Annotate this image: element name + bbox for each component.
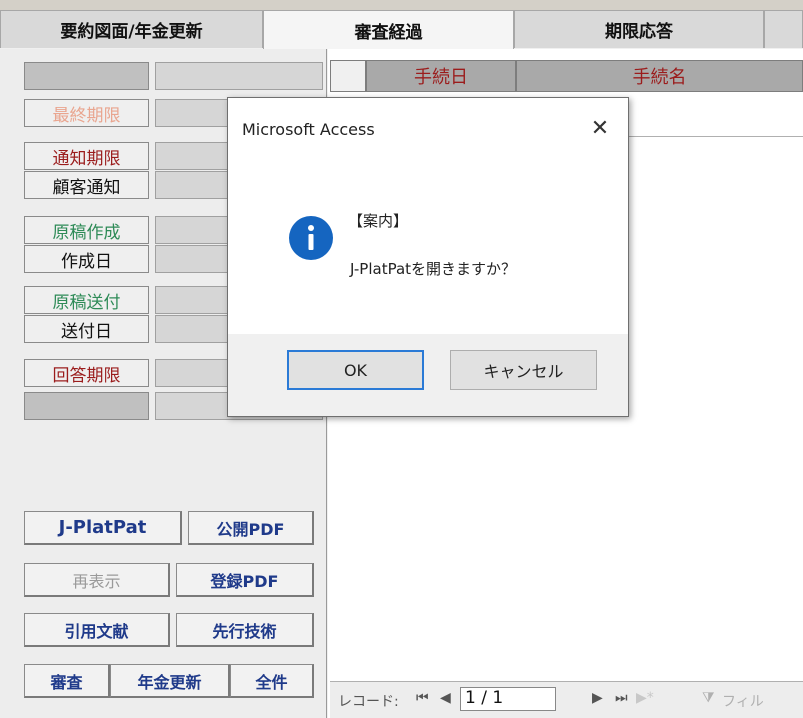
draft-sending-label: 原稿送付 xyxy=(24,286,149,314)
blank-label-top xyxy=(24,62,149,90)
annuity-renewal-button[interactable]: 年金更新 xyxy=(110,664,230,698)
procedure-name-header[interactable]: 手続名 xyxy=(516,60,803,92)
info-icon xyxy=(288,215,334,261)
public-pdf-button[interactable]: 公開PDF xyxy=(188,511,314,545)
previous-record-icon[interactable]: ◀ xyxy=(440,690,451,706)
tab-examination-history[interactable]: 審査経過 xyxy=(263,10,514,49)
jplatpat-button[interactable]: J-PlatPat xyxy=(24,511,182,545)
last-record-icon[interactable]: ⏭ xyxy=(615,690,628,706)
next-record-icon[interactable]: ▶ xyxy=(592,690,603,706)
prior-art-button[interactable]: 先行技術 xyxy=(176,613,314,647)
redisplay-button[interactable]: 再表示 xyxy=(24,563,170,597)
ok-button[interactable]: OK xyxy=(287,350,424,390)
message-dialog: Microsoft Access ✕ 【案内】 J-PlatPatを開きますか？… xyxy=(227,97,629,417)
registered-pdf-button[interactable]: 登録PDF xyxy=(176,563,314,597)
blank-field-top[interactable] xyxy=(155,62,323,90)
record-label: レコード: xyxy=(338,694,399,710)
cancel-button[interactable]: キャンセル xyxy=(450,350,597,390)
reply-deadline-label: 回答期限 xyxy=(24,359,149,387)
tab-deadline-response[interactable]: 期限応答 xyxy=(514,10,764,48)
record-navigation-bar: レコード: ⏮ ◀ 1 / 1 ▶ ⏭ ▶* ⧩ フィル xyxy=(330,681,803,718)
draft-creation-label: 原稿作成 xyxy=(24,216,149,244)
record-number-field[interactable]: 1 / 1 xyxy=(460,687,556,711)
close-icon[interactable]: ✕ xyxy=(580,108,620,148)
dialog-title: Microsoft Access xyxy=(242,120,375,139)
cited-docs-button[interactable]: 引用文献 xyxy=(24,613,170,647)
tab-overflow[interactable] xyxy=(764,10,803,48)
filter-icon[interactable]: ⧩ xyxy=(702,690,715,706)
all-button[interactable]: 全件 xyxy=(230,664,314,698)
final-deadline-label: 最終期限 xyxy=(24,99,149,127)
filter-label[interactable]: フィル xyxy=(722,691,764,711)
notice-deadline-label: 通知期限 xyxy=(24,142,149,170)
tab-bar: 要約図面/年金更新 審査経過 期限応答 xyxy=(0,0,803,49)
dialog-heading: 【案内】 xyxy=(348,212,409,230)
new-record-icon[interactable]: ▶* xyxy=(636,690,654,706)
blank-label-bottom xyxy=(24,392,149,420)
sent-date-label: 送付日 xyxy=(24,315,149,343)
procedure-date-header[interactable]: 手続日 xyxy=(366,60,516,92)
tab-summary-annuity[interactable]: 要約図面/年金更新 xyxy=(0,10,263,48)
first-record-icon[interactable]: ⏮ xyxy=(416,690,429,706)
creation-date-label: 作成日 xyxy=(24,245,149,273)
client-notice-label: 顧客通知 xyxy=(24,171,149,199)
dialog-message: J-PlatPatを開きますか？ xyxy=(350,260,517,278)
row-selector-header[interactable] xyxy=(330,60,366,92)
examination-button[interactable]: 審査 xyxy=(24,664,110,698)
